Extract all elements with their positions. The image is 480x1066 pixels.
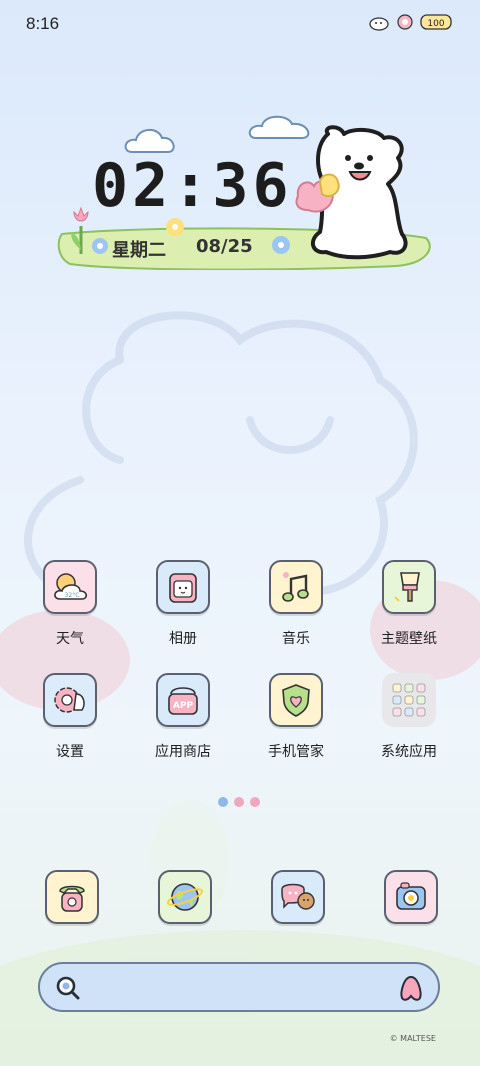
dock-phone[interactable]: [45, 870, 99, 924]
flower-icon: [166, 218, 184, 236]
clock-time: 02:36: [92, 151, 293, 221]
battery-label: 100: [427, 19, 444, 29]
paintbrush-icon: [394, 572, 420, 602]
dock-browser[interactable]: [158, 870, 212, 924]
search-bar[interactable]: [38, 962, 440, 1012]
app-app-store[interactable]: APP 应用商店: [138, 673, 228, 761]
app-themes-tile[interactable]: [382, 560, 436, 614]
clock-date: 星期二 08/25: [112, 236, 253, 262]
app-gallery[interactable]: 相册: [138, 560, 228, 648]
app-system-apps-folder[interactable]: [382, 673, 436, 727]
weather-icon: 32°C: [54, 573, 88, 600]
gallery-icon: [169, 573, 197, 603]
app-system-apps[interactable]: 系统应用: [364, 673, 454, 761]
app-music[interactable]: 音乐: [251, 560, 341, 648]
assistant-icon[interactable]: [398, 974, 424, 1002]
folder-icon: [392, 683, 426, 717]
clock-widget[interactable]: 02:36 星期二 08/25: [52, 112, 432, 280]
search-icon[interactable]: [54, 974, 82, 1002]
app-label: 应用商店: [155, 744, 211, 760]
app-label: 天气: [56, 631, 84, 647]
clock-weekday: 星期二: [112, 240, 166, 261]
copyright-text: © MALTESE: [389, 1034, 436, 1043]
app-settings-tile[interactable]: [43, 673, 97, 727]
status-time: 8:16: [26, 14, 60, 33]
app-app-store-tile[interactable]: APP: [156, 673, 210, 727]
flower-icon: [92, 238, 108, 254]
globe-icon: [166, 883, 204, 911]
page-dot-active[interactable]: [218, 797, 228, 807]
weather-temp: 32°C: [65, 592, 80, 599]
app-weather-tile[interactable]: 32°C: [43, 560, 97, 614]
app-store-badge: APP: [173, 701, 194, 711]
maltese-dog-mascot: [295, 125, 408, 260]
status-icons: 100: [368, 13, 454, 31]
app-label: 手机管家: [268, 744, 324, 760]
dock-camera[interactable]: [384, 870, 438, 924]
app-store-icon: APP: [168, 687, 198, 715]
app-weather[interactable]: 32°C 天气: [25, 560, 115, 648]
phone-icon: [59, 885, 85, 912]
page-dot[interactable]: [234, 797, 244, 807]
app-gallery-tile[interactable]: [156, 560, 210, 614]
shield-icon: [282, 684, 310, 717]
dock-messages[interactable]: [271, 870, 325, 924]
app-label: 系统应用: [381, 744, 437, 760]
flower-status-icon: [397, 14, 413, 30]
app-label: 设置: [56, 744, 84, 760]
settings-icon: [54, 687, 85, 713]
message-icon: [281, 883, 315, 910]
app-themes[interactable]: 主题壁纸: [364, 560, 454, 648]
app-music-tile[interactable]: [269, 560, 323, 614]
camera-icon: [396, 882, 426, 910]
battery-100-icon: 100: [420, 14, 452, 30]
app-label: 主题壁纸: [381, 631, 437, 647]
app-settings[interactable]: 设置: [25, 673, 115, 761]
music-icon: [282, 572, 309, 602]
flower-icon: [272, 236, 290, 254]
app-label: 音乐: [282, 631, 310, 647]
clock-date-value: 08/25: [196, 236, 253, 257]
mascot-status-icon: [369, 17, 389, 31]
page-dot[interactable]: [250, 797, 260, 807]
page-indicator[interactable]: [218, 797, 260, 807]
app-phone-manager-tile[interactable]: [269, 673, 323, 727]
app-phone-manager[interactable]: 手机管家: [251, 673, 341, 761]
app-label: 相册: [169, 631, 197, 647]
